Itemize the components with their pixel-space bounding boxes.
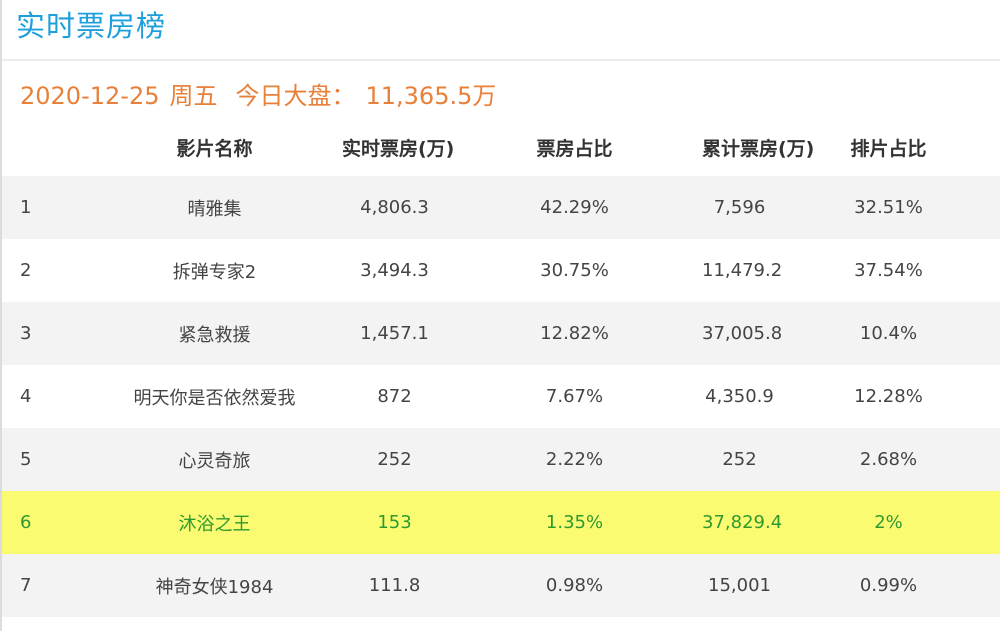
table-row[interactable]: 5 心灵奇旅 252 2.22% 252 2.68%	[2, 428, 1000, 491]
market-label: 今日大盘：	[235, 82, 356, 110]
cell-realtime: 3,494.3	[342, 239, 447, 302]
cell-rank: 2	[2, 239, 87, 302]
table-row[interactable]: 7 神奇女侠1984 111.8 0.98% 15,001 0.99%	[2, 554, 1000, 617]
header-rank	[2, 118, 87, 176]
cell-rank: 3	[2, 302, 87, 365]
cell-schedule: 10.4%	[777, 302, 1000, 365]
cell-rank: 4	[2, 365, 87, 428]
cell-cumulative: 15,001	[702, 554, 777, 617]
cell-name[interactable]: 心灵奇旅	[87, 428, 342, 491]
cell-cumulative: 11,479.2	[702, 239, 782, 302]
market-value: 11,365.5万	[365, 82, 497, 110]
cell-rank: 1	[2, 176, 87, 239]
cell-cumulative: 252	[702, 428, 777, 491]
cell-realtime: 111.8	[342, 554, 447, 617]
table-row[interactable]: 3 紧急救援 1,457.1 12.82% 37,005.8 10.4%	[2, 302, 1000, 365]
cell-share: 30.75%	[447, 239, 702, 302]
cell-name[interactable]: 明天你是否依然爱我	[87, 365, 342, 428]
header-share[interactable]: 票房占比	[447, 118, 702, 176]
market-summary: 2020-12-25 周五 今日大盘： 11,365.5万	[20, 79, 496, 113]
cell-schedule: 0.99%	[777, 554, 1000, 617]
table-row-highlighted[interactable]: 6 沐浴之王 153 1.35% 37,829.4 2%	[2, 491, 1000, 554]
cell-name[interactable]: 拆弹专家2	[87, 239, 342, 302]
cell-share: 2.22%	[447, 428, 702, 491]
cell-name[interactable]: 紧急救援	[87, 302, 342, 365]
cell-realtime: 153	[342, 491, 447, 554]
header-cumulative[interactable]: 累计票房(万)	[702, 118, 814, 176]
cell-share: 42.29%	[447, 176, 702, 239]
cell-realtime: 1,457.1	[342, 302, 447, 365]
cell-realtime: 4,806.3	[342, 176, 447, 239]
cell-share: 12.82%	[447, 302, 702, 365]
cell-name[interactable]: 晴雅集	[87, 176, 342, 239]
summary-weekday: 周五	[169, 82, 218, 110]
cell-rank: 5	[2, 428, 87, 491]
cell-name[interactable]: 沐浴之王	[87, 491, 342, 554]
cell-realtime: 872	[342, 365, 447, 428]
cell-share: 1.35%	[447, 491, 702, 554]
cell-cumulative: 4,350.9	[702, 365, 777, 428]
header-realtime[interactable]: 实时票房(万)	[342, 118, 454, 176]
page-title: 实时票房榜	[16, 9, 167, 43]
cell-schedule: 2%	[777, 491, 1000, 554]
cell-rank: 6	[2, 491, 87, 554]
header-name[interactable]: 影片名称	[87, 118, 342, 176]
cell-share: 0.98%	[447, 554, 702, 617]
table-row[interactable]: 4 明天你是否依然爱我 872 7.67% 4,350.9 12.28%	[2, 365, 1000, 428]
cell-cumulative: 37,829.4	[702, 491, 782, 554]
cell-rank: 7	[2, 554, 87, 617]
box-office-table: 影片名称 实时票房(万) 票房占比 累计票房(万) 排片占比 1 晴雅集 4,8…	[2, 118, 1000, 617]
cell-cumulative: 7,596	[702, 176, 777, 239]
cell-name[interactable]: 神奇女侠1984	[87, 554, 342, 617]
table-row[interactable]: 2 拆弹专家2 3,494.3 30.75% 11,479.2 37.54%	[2, 239, 1000, 302]
cell-schedule: 37.54%	[777, 239, 1000, 302]
summary-date: 2020-12-25	[20, 82, 160, 110]
table-row[interactable]: 1 晴雅集 4,806.3 42.29% 7,596 32.51%	[2, 176, 1000, 239]
table-header-row: 影片名称 实时票房(万) 票房占比 累计票房(万) 排片占比	[2, 118, 1000, 176]
cell-cumulative: 37,005.8	[702, 302, 782, 365]
cell-schedule: 32.51%	[777, 176, 1000, 239]
cell-schedule: 2.68%	[777, 428, 1000, 491]
cell-realtime: 252	[342, 428, 447, 491]
cell-share: 7.67%	[447, 365, 702, 428]
cell-schedule: 12.28%	[777, 365, 1000, 428]
title-divider	[2, 59, 1000, 61]
